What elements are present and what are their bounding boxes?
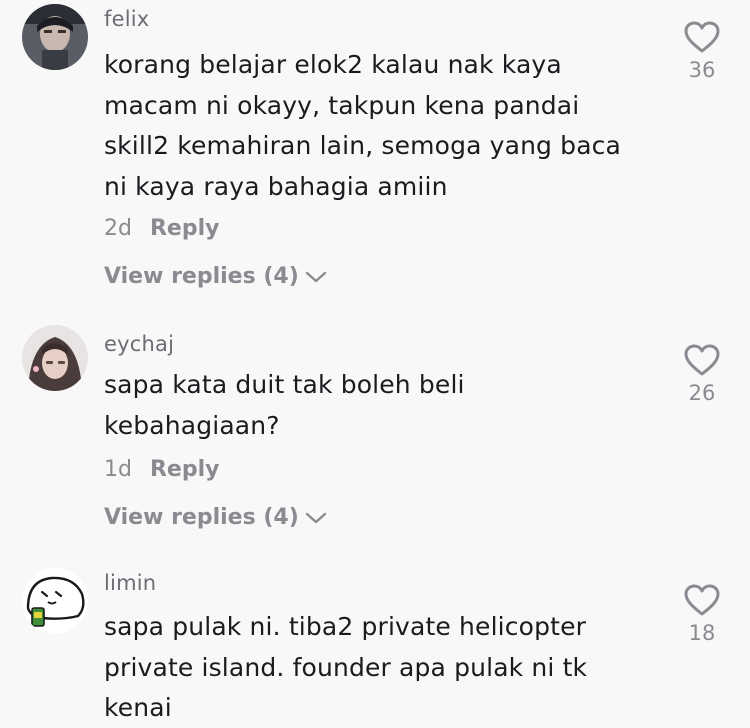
comment-text: korang belajar elok2 kalau nak kaya maca… — [104, 45, 664, 207]
chevron-down-icon — [305, 271, 326, 282]
comment-time: 1d — [104, 457, 132, 482]
comment-text-line: skill2 kemahiran lain, semoga yang baca — [104, 131, 622, 160]
comment-text-line: kebahagiaan? — [104, 410, 280, 440]
comment-meta: 2d Reply — [104, 216, 219, 241]
reply-button[interactable]: Reply — [150, 216, 220, 241]
like-count: 18 — [688, 621, 716, 645]
reply-button[interactable]: Reply — [150, 457, 220, 482]
avatar[interactable] — [22, 568, 88, 634]
comment-text-line: sapa kata duit tak boleh beli — [104, 370, 465, 399]
user-photo-icon — [22, 568, 88, 634]
comment-text-line: private island. founder apa pulak ni tk — [104, 652, 588, 682]
comment-text-line: ni kaya raya bahagia amiin — [104, 171, 448, 201]
heart-outline-icon — [684, 584, 720, 616]
heart-outline-icon — [684, 344, 720, 376]
like-button[interactable]: 18 — [680, 583, 724, 645]
avatar[interactable] — [22, 325, 88, 391]
comment-text: sapa kata duit tak boleh beli kebahagiaa… — [104, 365, 664, 446]
like-count: 26 — [688, 381, 716, 405]
like-count: 36 — [688, 58, 716, 82]
comment-text-line: macam ni okayy, takpun kena pandai — [104, 90, 580, 120]
comment-text-line: kenai — [104, 693, 172, 722]
view-replies-label: View replies (4) — [104, 264, 299, 289]
chevron-down-icon — [305, 512, 326, 523]
comment-text: sapa pulak ni. tiba2 private helicopter … — [104, 607, 664, 728]
user-photo-icon — [22, 4, 88, 70]
like-button[interactable]: 36 — [680, 20, 724, 82]
comment-text-line: korang belajar elok2 kalau nak kaya — [104, 50, 562, 79]
user-photo-icon — [22, 325, 88, 391]
comment-username[interactable]: limin — [104, 571, 156, 595]
comment-username[interactable]: eychaj — [104, 332, 174, 356]
view-replies-label: View replies (4) — [104, 505, 299, 530]
comment-meta: 1d Reply — [104, 457, 219, 482]
heart-outline-icon — [684, 21, 720, 53]
comment-text-line: sapa pulak ni. tiba2 private helicopter — [104, 612, 587, 641]
comment-time: 2d — [104, 216, 132, 241]
like-button[interactable]: 26 — [680, 343, 724, 405]
view-replies-button[interactable]: View replies (4) — [104, 264, 327, 289]
avatar[interactable] — [22, 4, 88, 70]
view-replies-button[interactable]: View replies (4) — [104, 505, 327, 530]
comment-username[interactable]: felix — [104, 7, 149, 31]
